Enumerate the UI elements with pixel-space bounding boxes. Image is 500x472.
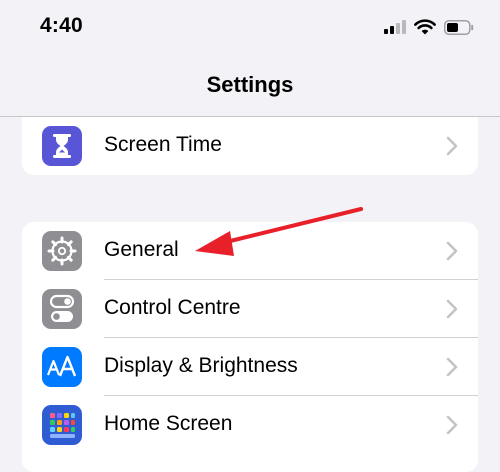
- settings-group-general: General Control Centre Display & Brightn…: [22, 222, 478, 472]
- settings-row-home-screen[interactable]: Home Screen: [22, 396, 478, 454]
- text-size-icon: [42, 347, 82, 387]
- settings-row-label: Screen Time: [104, 133, 222, 156]
- wifi-icon: [414, 19, 436, 35]
- status-icons: [384, 19, 474, 35]
- settings-row-label: Display & Brightness: [104, 354, 298, 377]
- settings-group-screen-time: Screen Time: [22, 117, 478, 175]
- chevron-right-icon: [446, 299, 458, 319]
- battery-icon: [444, 19, 474, 35]
- chevron-right-icon: [446, 136, 458, 156]
- toggle-switches-icon: [42, 289, 82, 329]
- app-grid-icon: [42, 405, 82, 445]
- chevron-right-icon: [446, 357, 458, 377]
- settings-row-label: General: [104, 238, 179, 261]
- chevron-right-icon: [446, 241, 458, 261]
- chevron-right-icon: [446, 415, 458, 435]
- settings-row-general[interactable]: General: [22, 222, 478, 280]
- settings-row-control-centre[interactable]: Control Centre: [22, 280, 478, 338]
- status-bar: 4:40: [0, 0, 500, 60]
- status-time: 4:40: [40, 14, 83, 37]
- hourglass-icon: [42, 126, 82, 166]
- settings-row-label: Control Centre: [104, 296, 241, 319]
- settings-row-screen-time[interactable]: Screen Time: [22, 117, 478, 175]
- gear-icon: [42, 231, 82, 271]
- settings-row-display-brightness[interactable]: Display & Brightness: [22, 338, 478, 396]
- cellular-signal-icon: [384, 20, 406, 34]
- settings-row-label: Home Screen: [104, 412, 233, 435]
- page-title: Settings: [206, 72, 294, 97]
